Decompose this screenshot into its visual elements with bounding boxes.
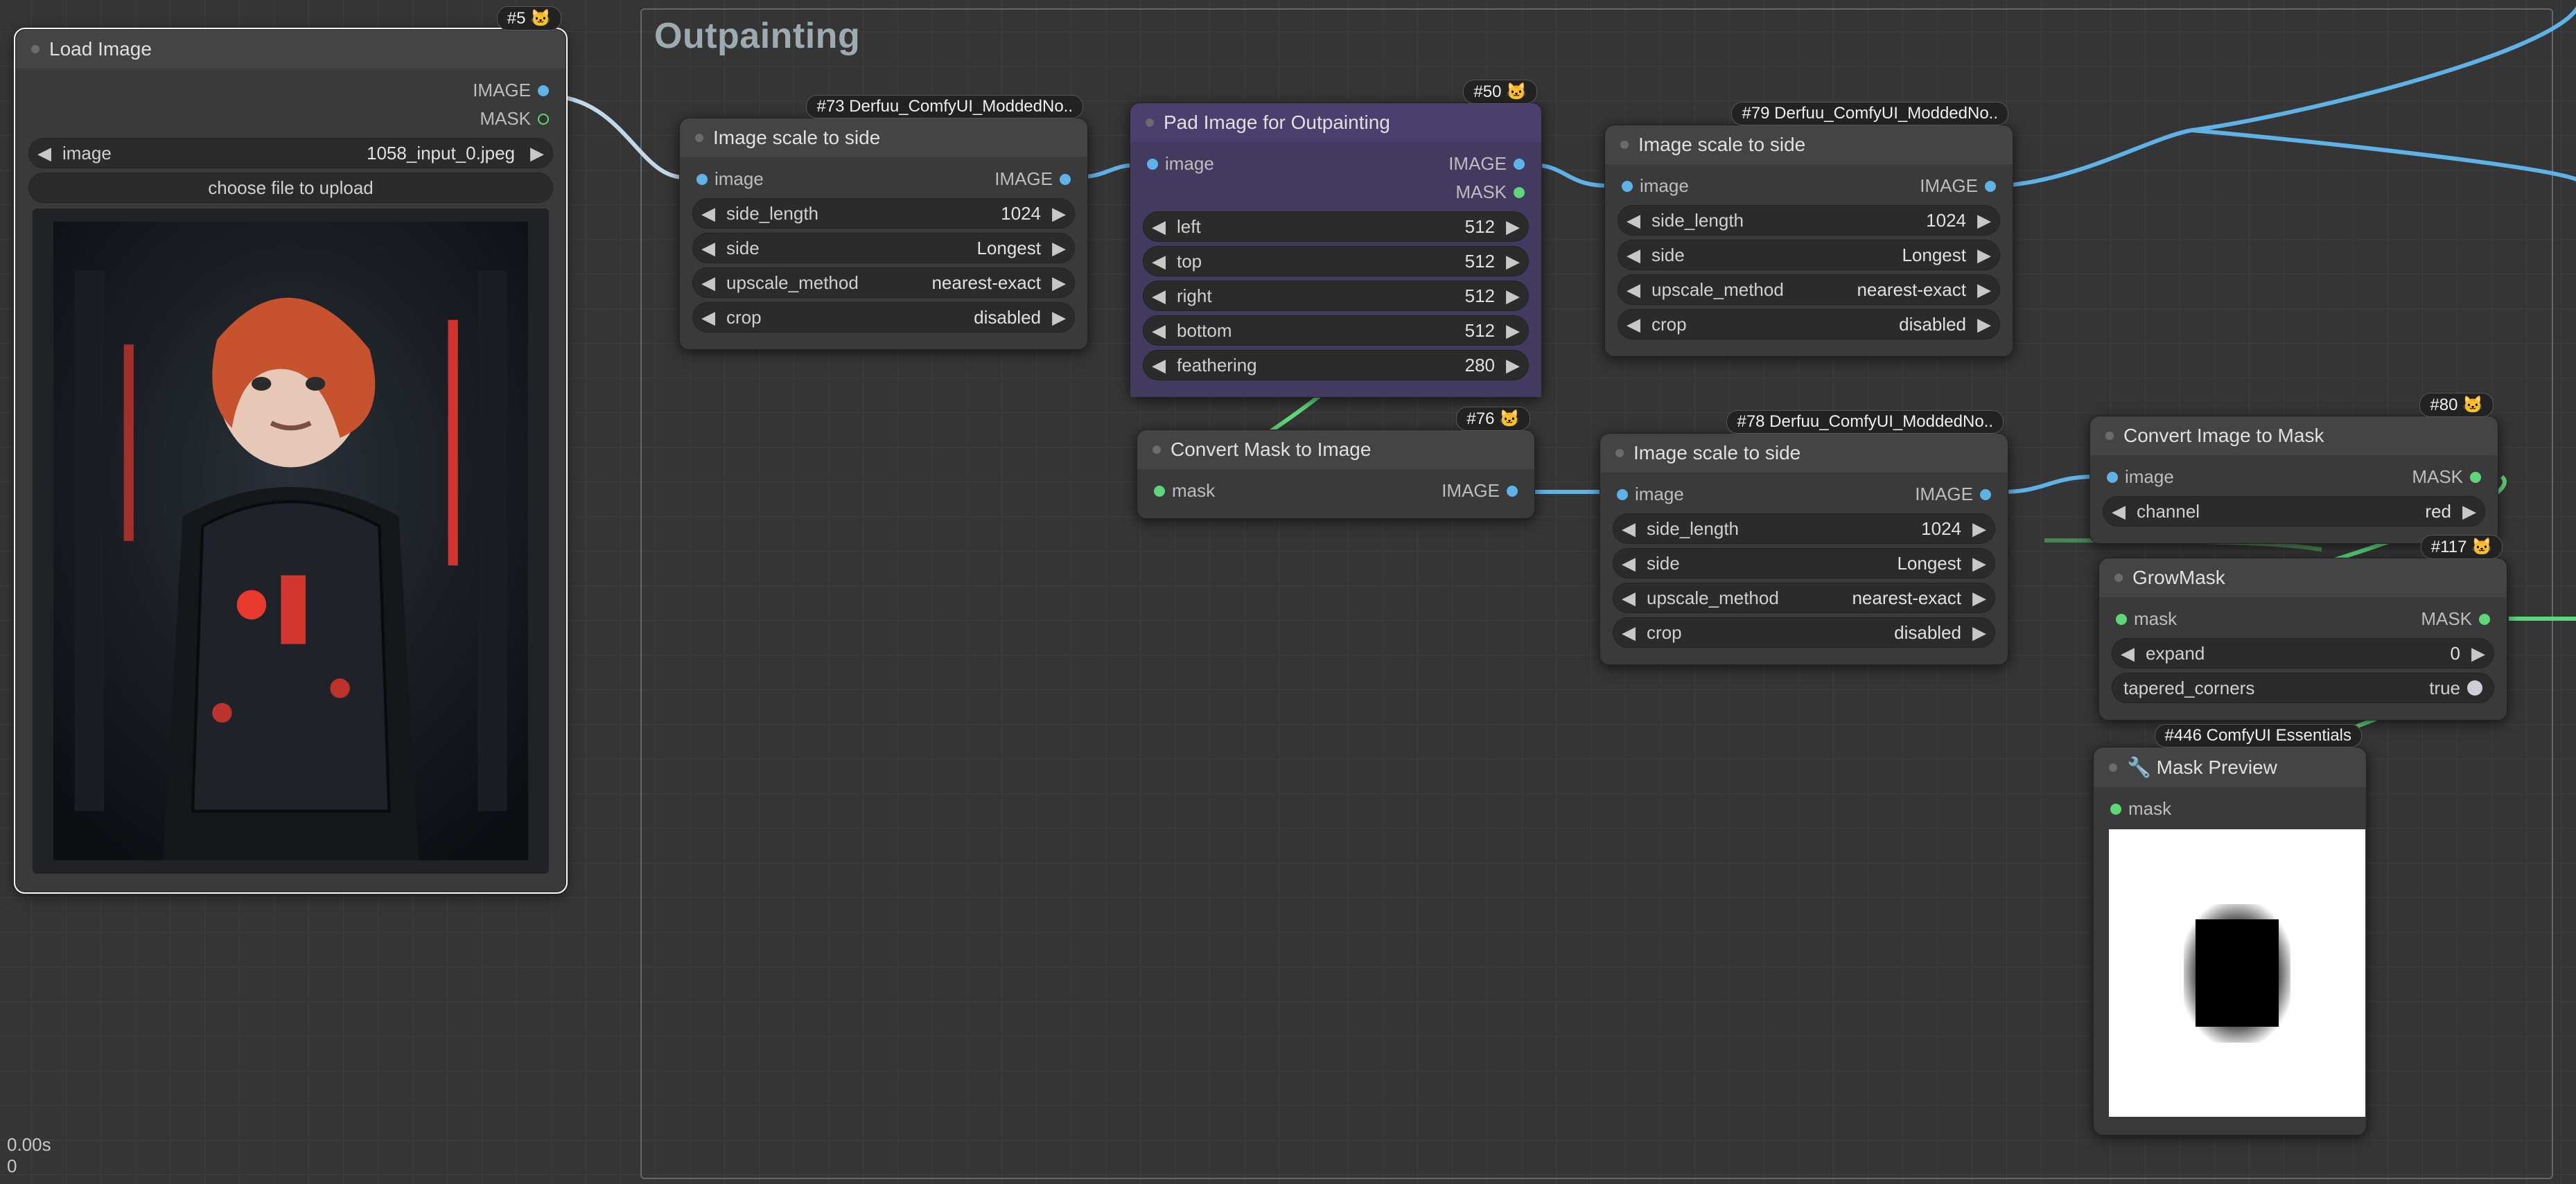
port-in-image[interactable]: image bbox=[1622, 175, 1689, 197]
image-preview[interactable] bbox=[33, 209, 549, 874]
widget-side[interactable]: ◀sideLongest▶ bbox=[692, 233, 1075, 263]
port-in-image[interactable]: image bbox=[2107, 466, 2174, 488]
port-out-mask[interactable]: MASK bbox=[473, 108, 549, 130]
mask-preview-image[interactable] bbox=[2109, 829, 2365, 1117]
stats: 0.00s 0 bbox=[7, 1134, 51, 1177]
port-out-image[interactable]: IMAGE bbox=[1442, 480, 1518, 502]
badge: #73 Derfuu_ComfyUI_ModdedNo.. bbox=[806, 95, 1083, 118]
badge: #76 🐱 bbox=[1456, 407, 1530, 431]
node-image-scale-73[interactable]: #73 Derfuu_ComfyUI_ModdedNo.. Image scal… bbox=[679, 118, 1088, 350]
node-convert-image-80[interactable]: #80 🐱 Convert Image to Mask image MASK ◀… bbox=[2089, 416, 2498, 544]
badge: #80 🐱 bbox=[2419, 393, 2494, 417]
port-in-image[interactable]: image bbox=[696, 168, 764, 190]
widget-image-file[interactable]: ◀ image 1058_input_0.jpeg ▶ bbox=[28, 138, 553, 168]
widget-crop[interactable]: ◀cropdisabled▶ bbox=[692, 302, 1075, 333]
port-out-image[interactable]: IMAGE bbox=[473, 80, 549, 101]
widget-feathering[interactable]: ◀feathering280▶ bbox=[1143, 350, 1529, 380]
widget-bottom[interactable]: ◀bottom512▶ bbox=[1143, 315, 1529, 346]
stat-count: 0 bbox=[7, 1156, 51, 1177]
badge: #117 🐱 bbox=[2421, 535, 2503, 559]
widget-side-length[interactable]: ◀side_length1024▶ bbox=[692, 198, 1075, 229]
port-in-mask[interactable]: mask bbox=[2116, 608, 2177, 630]
node-grow-mask-117[interactable]: #117 🐱 GrowMask mask MASK ◀expand0▶ tape… bbox=[2099, 558, 2507, 721]
port-out-image[interactable]: IMAGE bbox=[1920, 175, 1996, 197]
node-title[interactable]: Image scale to side bbox=[1600, 434, 2008, 472]
node-convert-mask-76[interactable]: #76 🐱 Convert Mask to Image mask IMAGE bbox=[1137, 430, 1535, 519]
node-load-image[interactable]: #5 🐱 Load Image IMAGE MASK ◀ image 1058_… bbox=[15, 29, 566, 892]
port-out-mask[interactable]: MASK bbox=[1448, 182, 1525, 203]
stat-time: 0.00s bbox=[7, 1134, 51, 1156]
widget-upscale-method[interactable]: ◀upscale_methodnearest-exact▶ bbox=[1618, 274, 2000, 305]
port-out-mask[interactable]: MASK bbox=[2412, 466, 2481, 488]
widget-side[interactable]: ◀sideLongest▶ bbox=[1613, 548, 1995, 578]
widget-crop[interactable]: ◀cropdisabled▶ bbox=[1613, 617, 1995, 648]
node-title[interactable]: Load Image bbox=[16, 30, 566, 69]
node-title[interactable]: Image scale to side bbox=[680, 118, 1087, 157]
widget-expand[interactable]: ◀expand0▶ bbox=[2112, 638, 2494, 669]
port-in-mask[interactable]: mask bbox=[2110, 798, 2171, 820]
node-title[interactable]: 🔧 Mask Preview bbox=[2094, 748, 2366, 787]
port-out-mask[interactable]: MASK bbox=[2421, 608, 2490, 630]
widget-side-length[interactable]: ◀side_length1024▶ bbox=[1618, 205, 2000, 236]
node-title[interactable]: Image scale to side bbox=[1605, 125, 2013, 164]
widget-left[interactable]: ◀left512▶ bbox=[1143, 211, 1529, 242]
widget-upscale-method[interactable]: ◀upscale_methodnearest-exact▶ bbox=[1613, 583, 1995, 613]
widget-top[interactable]: ◀top512▶ bbox=[1143, 246, 1529, 276]
upload-button[interactable]: choose file to upload bbox=[28, 173, 553, 203]
badge: #5 🐱 bbox=[497, 6, 561, 30]
widget-channel[interactable]: ◀channelred▶ bbox=[2103, 496, 2485, 527]
widget-crop[interactable]: ◀cropdisabled▶ bbox=[1618, 309, 2000, 339]
node-image-scale-79[interactable]: #79 Derfuu_ComfyUI_ModdedNo.. Image scal… bbox=[1604, 125, 2013, 357]
node-title[interactable]: GrowMask bbox=[2099, 558, 2507, 597]
widget-side[interactable]: ◀sideLongest▶ bbox=[1618, 240, 2000, 270]
widget-side-length[interactable]: ◀side_length1024▶ bbox=[1613, 513, 1995, 544]
port-in-image[interactable]: image bbox=[1617, 484, 1684, 505]
node-pad-image-50[interactable]: #50 🐱 Pad Image for Outpainting image IM… bbox=[1130, 103, 1542, 398]
badge: #446 ComfyUI Essentials bbox=[2155, 724, 2362, 748]
node-title[interactable]: Pad Image for Outpainting bbox=[1130, 103, 1541, 142]
port-in-image[interactable]: image bbox=[1147, 153, 1214, 175]
group-title: Outpainting bbox=[642, 10, 2552, 62]
widget-right[interactable]: ◀right512▶ bbox=[1143, 281, 1529, 311]
node-title[interactable]: Convert Image to Mask bbox=[2090, 416, 2498, 455]
badge: #79 Derfuu_ComfyUI_ModdedNo.. bbox=[1731, 102, 2008, 125]
badge: #78 Derfuu_ComfyUI_ModdedNo.. bbox=[1726, 410, 2004, 434]
node-mask-preview-446[interactable]: #446 ComfyUI Essentials 🔧 Mask Preview m… bbox=[2093, 747, 2367, 1136]
chevron-right-icon[interactable]: ▶ bbox=[522, 143, 552, 164]
node-title[interactable]: Convert Mask to Image bbox=[1137, 430, 1534, 469]
node-image-scale-78[interactable]: #78 Derfuu_ComfyUI_ModdedNo.. Image scal… bbox=[1600, 433, 2008, 665]
widget-tapered-corners[interactable]: tapered_cornerstrue bbox=[2112, 673, 2494, 703]
chevron-left-icon[interactable]: ◀ bbox=[29, 143, 60, 164]
port-out-image[interactable]: IMAGE bbox=[995, 168, 1071, 190]
badge: #50 🐱 bbox=[1463, 80, 1537, 104]
port-out-image[interactable]: IMAGE bbox=[1448, 153, 1525, 175]
port-in-mask[interactable]: mask bbox=[1154, 480, 1215, 502]
port-out-image[interactable]: IMAGE bbox=[1915, 484, 1991, 505]
widget-upscale-method[interactable]: ◀upscale_methodnearest-exact▶ bbox=[692, 267, 1075, 298]
